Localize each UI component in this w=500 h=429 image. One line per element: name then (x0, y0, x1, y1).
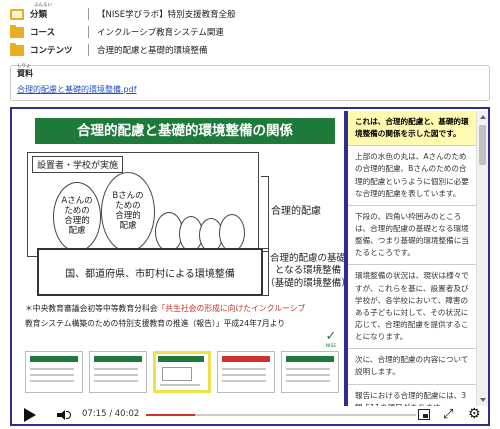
scrollbar-thumb[interactable] (479, 125, 486, 165)
content-label: コンテンツ (30, 46, 73, 56)
resource-ruby: しりょう (17, 64, 31, 75)
volume-icon[interactable] (57, 410, 71, 420)
label-basic-environment: 合理的配慮の基礎 となる環境整備 （基礎的環境整備） (265, 253, 351, 289)
transcript-item[interactable]: これは、合理的配慮と、基礎的環境整備の関係を示した図です。 (348, 111, 476, 147)
label-reasonable-accommodation: 合理的配慮 (271, 206, 321, 217)
breadcrumb-content: コンテンツ 合理的配慮と基礎的環境整備 (10, 42, 490, 58)
play-icon[interactable] (24, 408, 36, 422)
slide-title: 合理的配慮と基礎的環境整備の関係 (35, 118, 335, 144)
scroll-up-icon[interactable] (480, 115, 486, 119)
transcript-item[interactable]: 環境整備の状況は、現状は様々ですが、これらを基に、設置者及び学校が、各学校におい… (348, 265, 476, 350)
folder-icon (10, 42, 24, 56)
transcript-item[interactable]: 報告における合理的配慮には、3観点11の項目があります。 (348, 385, 476, 406)
scroll-down-icon[interactable] (480, 398, 486, 402)
breadcrumb-course: コース インクルーシブ教育システム関連 (10, 24, 490, 40)
folder-icon (10, 24, 24, 38)
category-value: 【NISE学びラボ】特別支援教育全般 (97, 10, 236, 20)
fullscreen-icon[interactable]: ⤢ (443, 408, 453, 421)
book-icon (10, 8, 24, 20)
slide-thumbnail-3[interactable] (153, 351, 211, 393)
course-label: コース (30, 28, 56, 38)
box-header: 設置者・学校が実施 (32, 156, 124, 173)
progress-fill (146, 414, 195, 416)
transcript-item[interactable]: 上部の水色の丸は、Aさんのための合理的配慮、Bさんのための合理的配慮というように… (348, 146, 476, 206)
breadcrumb: ぶんるい 分類 【NISE学びラボ】特別支援教育全般 コース インクルーシブ教育… (10, 3, 490, 60)
slide-view: 合理的配慮と基礎的環境整備の関係 設置者・学校が実施 Aさんの ための 合理的 … (23, 116, 351, 358)
progress-bar[interactable] (146, 414, 416, 416)
bubble-student-b: Bさんの ための 合理的 配慮 (101, 172, 155, 252)
nise-logo: ✓ NISE (325, 329, 337, 350)
time-display: 07:15 / 40:02 (82, 409, 140, 419)
slide-thumbnail-5[interactable] (281, 351, 339, 393)
slide-thumbnail-2[interactable] (89, 351, 147, 393)
slide-thumbnail-4[interactable] (217, 351, 275, 393)
slide-thumbnails (19, 351, 340, 399)
bubble-student-a: Aさんの ための 合理的 配慮 (53, 182, 101, 252)
content-value: 合理的配慮と基礎的環境整備 (97, 46, 208, 56)
separator (88, 8, 89, 20)
slide-thumbnail-1[interactable] (25, 351, 83, 393)
separator (88, 44, 89, 56)
resource-panel: しりょう 資料 合理的配慮と基礎的環境整備.pdf (10, 64, 490, 101)
transcript-item[interactable]: 次に、合理的配慮の内容について説明します。 (348, 349, 476, 385)
category-ruby: ぶんるい (34, 3, 52, 8)
environment-box: 国、都道府県、市町村による環境整備 (37, 248, 263, 296)
cloud-shape (219, 214, 245, 252)
gear-icon[interactable]: ⚙ (468, 407, 481, 421)
caption-icon[interactable] (418, 409, 430, 420)
transcript-panel: これは、合理的配慮と、基礎的環境整備の関係を示した図です。 上部の水色の丸は、A… (348, 111, 476, 406)
breadcrumb-category: ぶんるい 分類 【NISE学びラボ】特別支援教育全般 (10, 3, 490, 22)
category-label: 分類 (30, 10, 48, 20)
bracket (261, 176, 269, 252)
transcript-item[interactable]: 下段の、四角い枠囲みのところは、合理的配慮の基礎となる環境整備、つまり基礎的環境… (348, 206, 476, 266)
video-player: 合理的配慮と基礎的環境整備の関係 設置者・学校が実施 Aさんの ための 合理的 … (10, 107, 490, 426)
course-value: インクルーシブ教育システム関連 (97, 28, 224, 38)
player-controls: 07:15 / 40:02 ⤢ ⚙ (12, 406, 488, 424)
slide-footnote: ＊中央教育審議会初等中等教育分科会「共生社会の形成に向けたインクルーシブ 教育シ… (25, 304, 306, 328)
pdf-download-link[interactable]: 合理的配慮と基礎的環境整備.pdf (17, 84, 137, 95)
transcript-scrollbar[interactable] (476, 111, 488, 406)
separator (88, 26, 89, 38)
